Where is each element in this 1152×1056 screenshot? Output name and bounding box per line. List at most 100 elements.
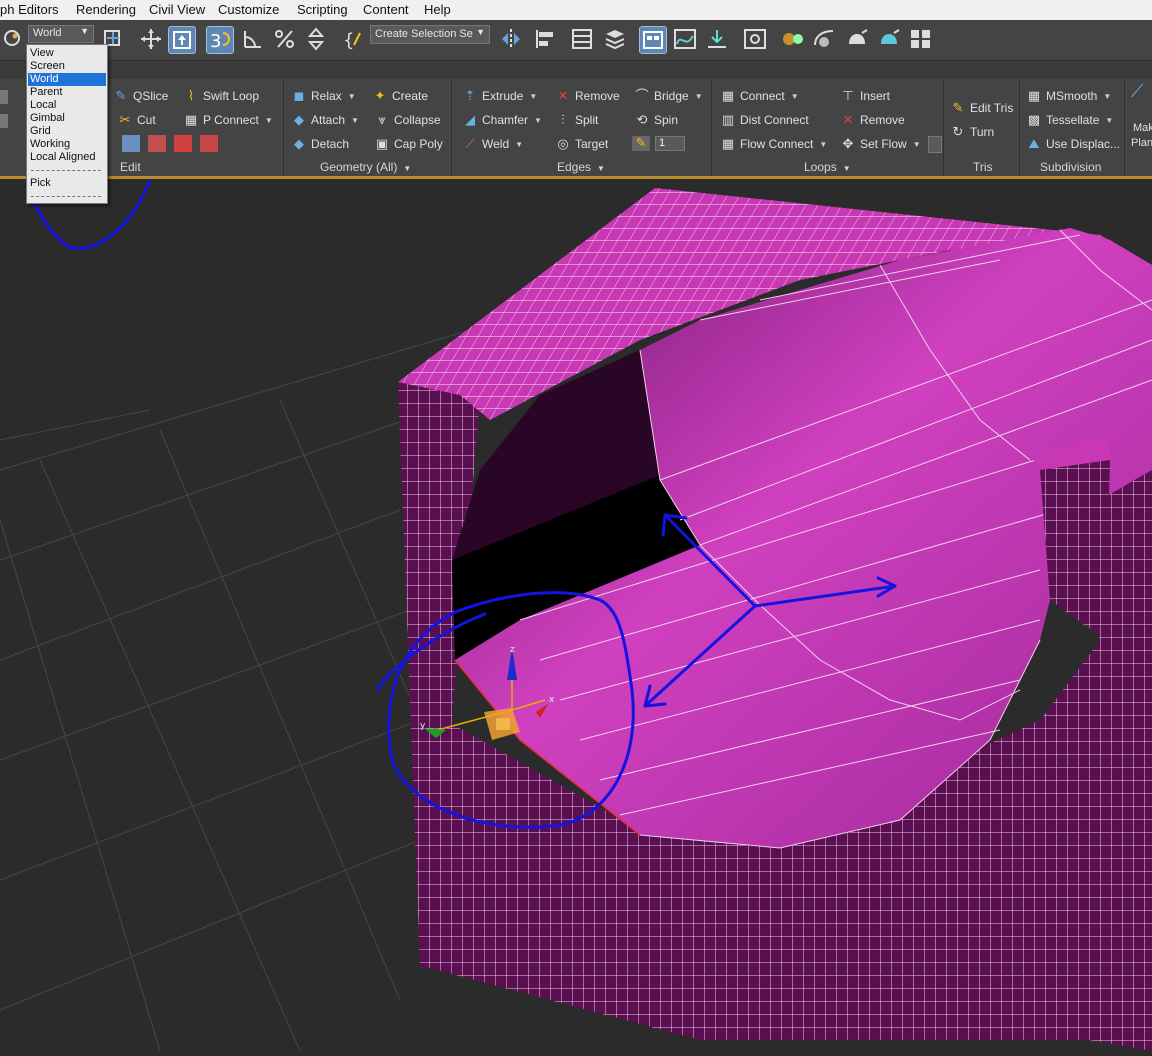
bridge-icon: ⌒ (635, 88, 649, 103)
menu-option-local-aligned[interactable]: Local Aligned (28, 151, 106, 164)
menu-rendering[interactable]: Rendering (76, 2, 136, 17)
swift-loop-button[interactable]: ⌇ Swift Loop (184, 89, 259, 104)
dope-sheet-icon[interactable] (704, 26, 730, 52)
select-link-icon[interactable] (0, 26, 24, 50)
remove-edge-button[interactable]: ✕ Remove (556, 89, 620, 104)
constraint-face-button[interactable] (148, 135, 171, 152)
percent-snap-icon[interactable] (272, 26, 298, 52)
relax-icon: ◼ (293, 88, 305, 103)
chevron-down-icon: ▼ (842, 164, 851, 173)
menu-civil-view[interactable]: Civil View (149, 2, 205, 17)
use-displacement-button[interactable]: ⛰ Use Displac... (1027, 137, 1121, 152)
constraint-edge-button[interactable] (122, 135, 145, 152)
menu-option-working[interactable]: Working (28, 138, 106, 151)
named-selection-set-dropdown[interactable]: Create Selection Se ▼ (370, 25, 490, 44)
menu-option-gimbal[interactable]: Gimbal (28, 112, 106, 125)
chevron-down-icon: ▼ (347, 91, 356, 101)
target-weld-button[interactable]: ◎ Target (556, 137, 608, 152)
render-in-cloud-icon[interactable] (908, 26, 934, 52)
menu-scripting[interactable]: Scripting (297, 2, 348, 17)
chevron-down-icon: ▼ (1103, 91, 1112, 101)
tessellate-button[interactable]: ▩ Tessellate ▼ (1027, 113, 1113, 128)
dist-connect-button[interactable]: ▥ Dist Connect (721, 113, 809, 128)
align-icon[interactable] (532, 26, 558, 52)
p-connect-icon: ▦ (184, 112, 198, 127)
select-manipulate-icon[interactable] (138, 26, 164, 52)
layer-explorer-icon[interactable] (569, 26, 595, 52)
render-setup-icon[interactable] (811, 26, 837, 52)
toggle-scene-explorer-icon[interactable] (602, 26, 628, 52)
schematic-view-icon[interactable] (742, 26, 768, 52)
flow-connect-button[interactable]: ▦ Flow Connect ▼ (721, 137, 828, 152)
spinner-snap-icon[interactable] (303, 26, 329, 52)
constraint-normal-button[interactable] (174, 135, 197, 152)
mirror-icon[interactable] (498, 26, 524, 52)
material-editor-icon[interactable] (780, 26, 806, 52)
p-connect-button[interactable]: ▦ P Connect ▼ (184, 112, 273, 128)
insert-loop-button[interactable]: ⊤ Insert (841, 89, 890, 104)
spin-button[interactable]: ⟲ Spin (635, 113, 678, 128)
cut-button[interactable]: ✂ Cut (118, 113, 156, 128)
render-frame-icon[interactable] (844, 26, 870, 52)
chevron-down-icon: ▼ (819, 139, 828, 149)
collapse-button[interactable]: ⩔ Collapse (375, 113, 440, 128)
relax-button[interactable]: ◼ Relax ▼ (292, 88, 356, 104)
menu-option-local[interactable]: Local (28, 99, 106, 112)
menu-option-parent[interactable]: Parent (28, 86, 106, 99)
snap-toggle-icon[interactable]: 3 (206, 26, 234, 54)
angle-snap-icon[interactable] (240, 26, 266, 52)
loops-panel-title[interactable]: Loops ▼ (804, 160, 851, 174)
edit-panel-title[interactable]: Edit (120, 160, 141, 174)
set-flow-spinner[interactable] (928, 136, 942, 153)
menu-option-world[interactable]: World (28, 73, 106, 86)
cap-poly-button[interactable]: ▣ Cap Poly (375, 136, 443, 152)
menu-option-view[interactable]: View (28, 47, 106, 60)
menu-option-grid[interactable]: Grid (28, 125, 106, 138)
msmooth-button[interactable]: ▦ MSmooth ▼ (1027, 89, 1112, 104)
constraint-stack-button[interactable] (200, 135, 223, 152)
qslice-button[interactable]: ✎ QSlice (114, 89, 169, 104)
edges-panel-title[interactable]: Edges ▼ (557, 160, 605, 174)
set-flow-icon: ✥ (842, 136, 854, 151)
perspective-viewport[interactable]: z x y (0, 9, 1152, 1052)
menu-help[interactable]: Help (424, 2, 451, 17)
render-icon[interactable] (876, 26, 902, 52)
edge-segments-spinner[interactable]: 1 (655, 136, 685, 151)
edit-named-selection-icon[interactable]: { (340, 26, 366, 52)
remove-loop-button[interactable]: ✕ Remove (841, 113, 905, 128)
svg-text:3: 3 (210, 31, 221, 51)
subdivision-panel-title[interactable]: Subdivision (1040, 160, 1101, 174)
edge-pick-button[interactable]: ✎ (632, 136, 655, 151)
attach-button[interactable]: ◆ Attach ▼ (292, 113, 359, 128)
menu-graph-editors[interactable]: ph Editors (0, 2, 59, 17)
connect-button[interactable]: ▦ Connect ▼ (721, 89, 799, 104)
tris-panel-title[interactable]: Tris (973, 160, 993, 174)
menu-option-screen[interactable]: Screen (28, 60, 106, 73)
chamfer-button[interactable]: ◢ Chamfer ▼ (463, 113, 542, 128)
split-button[interactable]: ⫶ Split (556, 113, 598, 128)
menu-option-pick[interactable]: Pick (28, 177, 106, 190)
ribbon-toggle-icon[interactable] (639, 26, 667, 54)
turn-button[interactable]: ↻ Turn (951, 125, 995, 140)
create-button[interactable]: ✦ Create (373, 88, 428, 104)
keyboard-shortcut-override-icon[interactable] (168, 26, 196, 54)
cap-poly-icon: ▣ (375, 136, 389, 151)
create-icon: ✦ (374, 88, 386, 103)
gizmo-z-label: z (510, 645, 515, 655)
menu-content[interactable]: Content (363, 2, 409, 17)
extrude-button[interactable]: ⇡ Extrude ▼ (463, 89, 538, 104)
set-flow-button[interactable]: ✥ Set Flow ▼ (841, 136, 921, 152)
panel-divider (1124, 80, 1125, 176)
detach-button[interactable]: ◆ Detach (292, 137, 349, 152)
edit-tris-button[interactable]: ✎ Edit Tris (951, 101, 1014, 116)
geometry-panel-title[interactable]: Geometry (All) ▼ (320, 160, 411, 174)
polymodeling-icon[interactable] (0, 114, 13, 128)
bridge-button[interactable]: ⌒ Bridge ▼ (635, 88, 702, 104)
make-planar-icon[interactable]: ⟋ (1130, 82, 1149, 100)
curve-editor-icon[interactable] (672, 26, 698, 52)
constraint-normal-icon (174, 135, 192, 152)
reference-coordinate-dropdown[interactable]: World ▼ (28, 25, 94, 43)
weld-button[interactable]: ⟋ Weld ▼ (463, 137, 523, 152)
menu-customize[interactable]: Customize (218, 2, 279, 17)
polymodeling-icon[interactable] (0, 90, 13, 104)
